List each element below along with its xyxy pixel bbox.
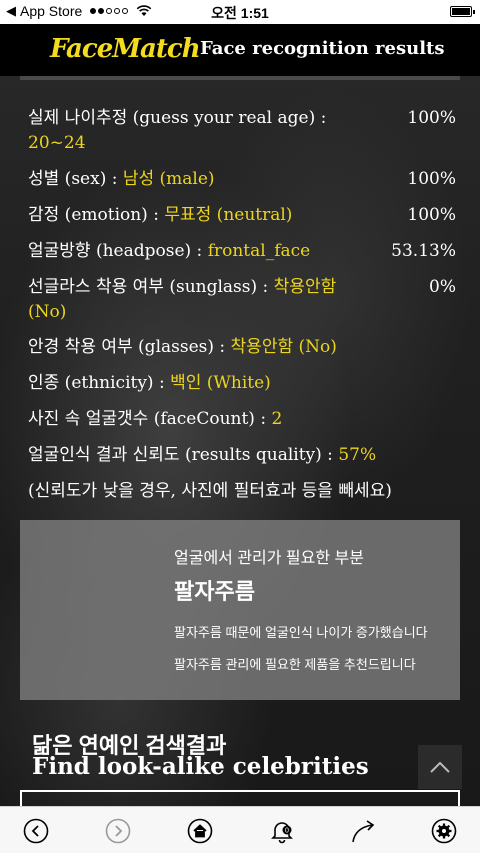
app-header: FaceMatch Face recognition results [0, 24, 480, 76]
bottom-toolbar: 0 [0, 806, 480, 853]
panel-subtitle: 얼굴에서 관리가 필요한 부분 [174, 550, 364, 567]
notification-button[interactable]: 0 [268, 817, 296, 845]
result-value: 2 [271, 409, 283, 429]
celebrities-title-en: Find look-alike celebrities [32, 753, 369, 780]
result-quality: 얼굴인식 결과 신뢰도 (results quality) : 57% [28, 443, 456, 467]
result-value: 무표정 (neutral) [164, 205, 293, 225]
result-age: 실제 나이추정 (guess your real age) : 100% [28, 106, 456, 130]
result-value: 백인 (White) [170, 373, 271, 393]
result-value: 57% [338, 445, 377, 465]
status-bar: ◀ App Store 오전 1:51 [0, 0, 480, 24]
result-percent: 100% [407, 169, 456, 189]
forward-icon [105, 818, 131, 844]
result-headpose: 얼굴방향 (headpose) : frontal_face 53.13% [28, 239, 456, 263]
home-button[interactable] [186, 817, 214, 845]
result-percent: 100% [407, 108, 456, 128]
result-label: 얼굴방향 (headpose) : [28, 241, 203, 261]
status-time: 오전 1:51 [211, 5, 269, 21]
result-percent: 100% [407, 205, 456, 225]
facematch-logo[interactable]: FaceMatch [50, 34, 201, 64]
quality-note: (신뢰도가 낮을 경우, 사진에 필터효과 등을 빼세요) [28, 481, 392, 501]
scroll-to-top-button[interactable] [418, 745, 462, 789]
forward-button[interactable] [104, 817, 132, 845]
panel-line-1: 팔자주름 때문에 얼굴인식 나이가 증가했습니다 [174, 625, 428, 640]
result-percent: 53.13% [391, 241, 456, 261]
result-value: 착용안함 [273, 277, 337, 297]
result-ethnicity: 인종 (ethnicity) : 백인 (White) [28, 371, 456, 395]
result-emotion: 감정 (emotion) : 무표정 (neutral) 100% [28, 203, 456, 227]
home-icon [187, 818, 213, 844]
result-label: 성별 (sex) : [28, 169, 118, 189]
result-label: 실제 나이추정 (guess your real age) : [28, 108, 327, 128]
result-sunglass: 선글라스 착용 여부 (sunglass) : 착용안함 0% [28, 275, 456, 299]
result-label: 사진 속 얼굴갯수 (faceCount) : [28, 409, 267, 429]
result-percent: 0% [429, 277, 456, 297]
notification-count: 0 [285, 828, 289, 835]
result-facecount: 사진 속 얼굴갯수 (faceCount) : 2 [28, 407, 456, 431]
chevron-up-icon [430, 761, 450, 773]
result-age-value-row: 20~24 [28, 131, 456, 155]
result-glasses: 안경 착용 여부 (glasses) : 착용안함 (No) [28, 335, 456, 359]
result-label: 선글라스 착용 여부 (sunglass) : [28, 277, 269, 297]
result-value: 남성 (male) [122, 169, 215, 189]
result-value: 20~24 [28, 133, 86, 153]
back-button[interactable] [22, 817, 50, 845]
result-value: (No) [28, 302, 67, 322]
result-sex: 성별 (sex) : 남성 (male) 100% [28, 167, 456, 191]
header-divider [20, 76, 460, 80]
battery-icon [450, 6, 475, 17]
settings-icon [431, 818, 457, 844]
result-label: 얼굴인식 결과 신뢰도 (results quality) : [28, 445, 333, 465]
result-label: 인종 (ethnicity) : [28, 373, 165, 393]
result-value: 착용안함 (No) [230, 337, 337, 357]
page-title: Face recognition results [200, 38, 445, 59]
panel-line-2: 팔자주름 관리에 필요한 제품을 추천드립니다 [174, 657, 416, 672]
result-label: 감정 (emotion) : [28, 205, 159, 225]
back-icon [23, 818, 49, 844]
result-label: 안경 착용 여부 (glasses) : [28, 337, 226, 357]
care-recommendation-panel[interactable]: 얼굴에서 관리가 필요한 부분 팔자주름 팔자주름 때문에 얼굴인식 나이가 증… [20, 520, 460, 700]
result-value: frontal_face [207, 241, 311, 261]
result-sunglass-value-row: (No) [28, 300, 456, 324]
notification-bell-icon: 0 [271, 822, 293, 844]
share-icon [352, 820, 375, 843]
settings-button[interactable] [430, 817, 458, 845]
panel-title: 팔자주름 [174, 579, 255, 604]
share-button[interactable] [350, 817, 378, 845]
